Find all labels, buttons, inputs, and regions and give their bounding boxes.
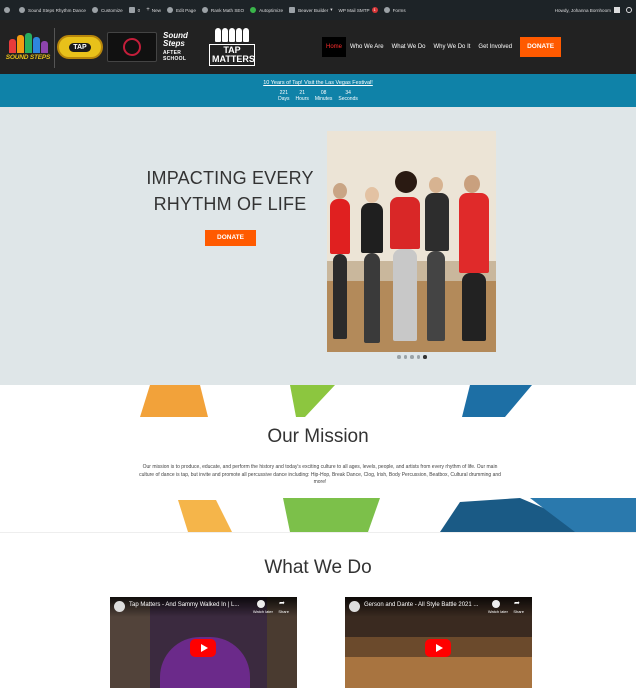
- countdown-bar: 10 Years of Tap! Visit the Las Vegas Fes…: [0, 74, 636, 107]
- dancers-graphic: [215, 28, 249, 42]
- plus-icon: +: [146, 7, 150, 13]
- clock-icon[interactable]: [257, 600, 265, 608]
- festival-link[interactable]: 10 Years of Tap! Visit the Las Vegas Fes…: [0, 80, 636, 86]
- share-label: Share: [513, 609, 524, 614]
- watch-later-label: Watch later: [252, 609, 273, 614]
- nav-why-we-do-it[interactable]: Why We Do It: [430, 37, 475, 57]
- decorative-shapes-top: [140, 385, 532, 417]
- nav-home[interactable]: Home: [322, 37, 347, 57]
- home-icon: [19, 7, 25, 13]
- comments-link[interactable]: 0: [128, 7, 140, 13]
- share-icon[interactable]: ➦: [279, 600, 287, 608]
- forms-icon: [383, 7, 390, 13]
- howdy-user-link[interactable]: Howdy, Johanna Bornhoom: [555, 8, 611, 13]
- nav-get-involved[interactable]: Get Involved: [474, 37, 516, 57]
- video-embed-2[interactable]: Gerson and Dante - All Style Battle 2021…: [345, 597, 532, 688]
- logo-text: SOUND STEPS: [5, 54, 51, 61]
- logo-text: MATTERS: [212, 54, 255, 64]
- what-we-do-section: What We Do Tap Matters - And Sammy Walke…: [0, 532, 636, 688]
- channel-avatar[interactable]: [349, 601, 360, 612]
- site-header: SOUND STEPS TAP Sound Steps AFTER SCHOOL…: [0, 20, 636, 74]
- what-we-do-title: What We Do: [264, 557, 372, 578]
- rank-math-link[interactable]: Rank Math SEO: [201, 7, 244, 13]
- slider-dot-active[interactable]: [423, 355, 427, 359]
- share-icon[interactable]: ➦: [514, 600, 522, 608]
- logo-text: AFTER SCHOOL: [163, 50, 187, 62]
- hero-section: IMPACTING EVERY RHYTHM OF LIFE DONATE: [0, 107, 636, 385]
- header-donate-button[interactable]: DONATE: [520, 37, 562, 57]
- watch-later-label: Watch later: [487, 609, 508, 614]
- avatar[interactable]: [614, 7, 620, 13]
- wordpress-icon: [4, 7, 10, 13]
- grid-icon: [289, 7, 296, 13]
- countdown-hours: 21 Hours: [295, 90, 309, 102]
- video-embed-1[interactable]: Tap Matters - And Sammy Walked In | L...…: [110, 597, 297, 688]
- slider-dot[interactable]: [416, 355, 420, 359]
- play-button[interactable]: [190, 639, 216, 657]
- channel-avatar[interactable]: [114, 601, 125, 612]
- autoptimize-link[interactable]: Autoptimize: [250, 7, 283, 13]
- clock-icon[interactable]: [492, 600, 500, 608]
- play-icon: [200, 644, 208, 652]
- tap-matters-logo[interactable]: TAP MATTERS: [208, 27, 256, 67]
- mission-text: Our mission is to produce, educate, and …: [139, 464, 501, 485]
- wp-admin-bar: Sound Steps Rhythm Dance Customize 0 + Ne…: [0, 0, 636, 20]
- hero-title: IMPACTING EVERY RHYTHM OF LIFE: [146, 168, 314, 214]
- forms-link[interactable]: Forms: [383, 7, 406, 13]
- video-thumbnail: [345, 657, 532, 688]
- main-nav: Home Who We Are What We Do Why We Do It …: [322, 36, 562, 58]
- smtp-link[interactable]: WP Mail SMTP 1: [339, 7, 378, 13]
- wordpress-menu[interactable]: [4, 7, 13, 13]
- after-school-logo[interactable]: Sound Steps AFTER SCHOOL: [163, 27, 205, 67]
- hero-slide-image: [327, 131, 496, 352]
- site-name-link[interactable]: Sound Steps Rhythm Dance: [19, 7, 86, 13]
- play-icon: [435, 644, 443, 652]
- decorative-shapes-bottom: [178, 498, 636, 532]
- slider-dot[interactable]: [397, 355, 401, 359]
- brush-icon: [91, 7, 98, 13]
- slider-dot[interactable]: [410, 355, 414, 359]
- sound-steps-logo[interactable]: SOUND STEPS: [4, 27, 52, 67]
- play-button[interactable]: [425, 639, 451, 657]
- logo-text: TAP: [69, 42, 91, 52]
- comment-icon: [128, 7, 135, 13]
- edit-page-link[interactable]: Edit Page: [166, 7, 196, 13]
- slider-pagination: [397, 355, 427, 359]
- hero-donate-button[interactable]: DONATE: [205, 230, 256, 246]
- nav-who-we-are[interactable]: Who We Are: [346, 37, 388, 57]
- search-icon[interactable]: [626, 7, 632, 13]
- dancers-graphic: [8, 33, 48, 53]
- tap-festival-logo[interactable]: TAP: [56, 27, 104, 67]
- mission-section: Our Mission Our mission is to produce, e…: [0, 385, 636, 532]
- ring-icon: [123, 38, 141, 56]
- slider-dot[interactable]: [403, 355, 407, 359]
- countdown-seconds: 34 Seconds: [338, 90, 358, 102]
- customize-link[interactable]: Customize: [91, 7, 123, 13]
- chart-icon: [201, 7, 208, 13]
- logo-text: Steps: [163, 39, 185, 48]
- divider: [54, 28, 55, 68]
- new-content-link[interactable]: + New: [146, 7, 161, 13]
- nav-what-we-do[interactable]: What We Do: [388, 37, 430, 57]
- video-title[interactable]: Gerson and Dante - All Style Battle 2021…: [364, 602, 478, 608]
- notification-badge: 1: [371, 7, 378, 13]
- beaver-builder-link[interactable]: Beaver Builder ▾: [289, 7, 333, 13]
- chevron-down-icon: ▾: [330, 7, 333, 12]
- mission-title: Our Mission: [267, 426, 369, 447]
- video-title[interactable]: Tap Matters - And Sammy Walked In | L...: [129, 602, 239, 608]
- status-dot-icon: [250, 7, 257, 13]
- all-style-battle-logo[interactable]: [107, 27, 157, 67]
- countdown-minutes: 08 Minutes: [314, 90, 333, 102]
- pencil-icon: [166, 7, 173, 13]
- share-label: Share: [278, 609, 289, 614]
- countdown-days: 221 Days: [278, 90, 290, 102]
